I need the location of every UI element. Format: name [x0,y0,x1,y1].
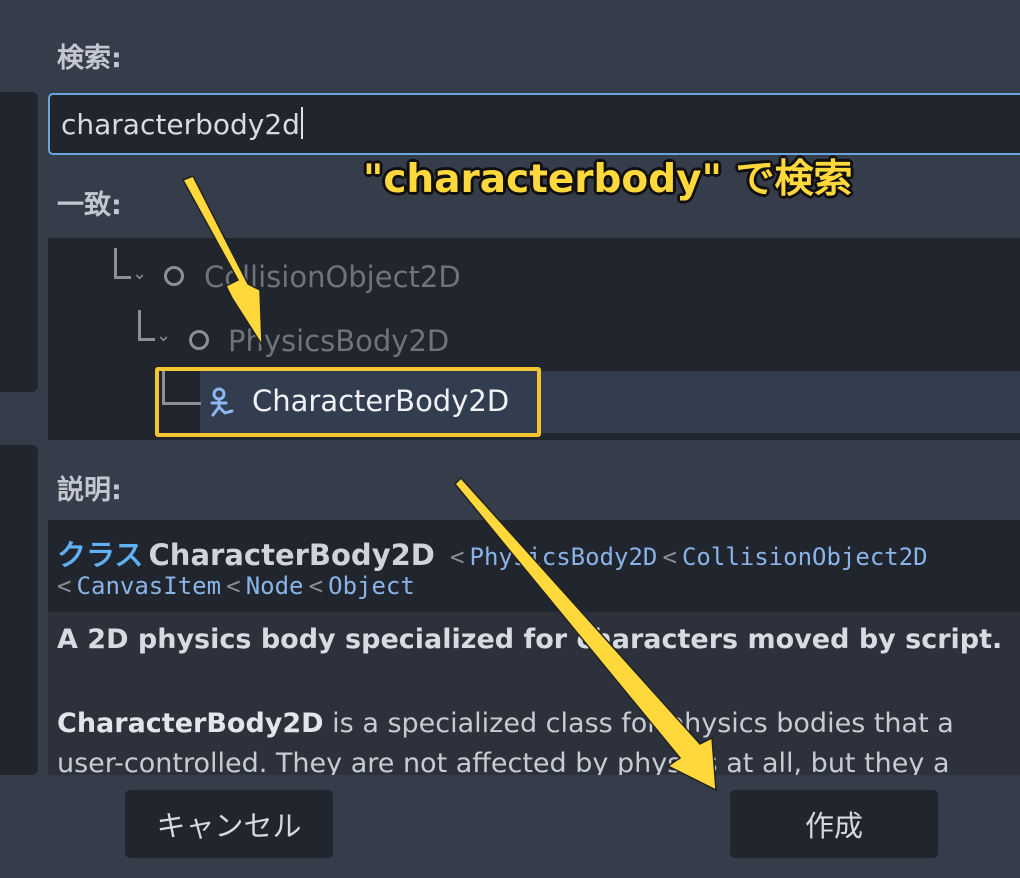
class-header-continued: < CanvasItem < Node < Object [57,572,415,600]
dialog-footer: キャンセル 作成 [0,775,1020,878]
inherit-link-object[interactable]: Object [328,572,415,600]
chevron-down-icon[interactable]: ⌄ [156,325,171,346]
full-description: CharacterBody2D is a specialized class f… [57,704,954,775]
search-annotation: "characterbody" で検索 [363,157,853,202]
inherit-separator: < [226,572,241,600]
inherit-link-node[interactable]: Node [246,572,304,600]
inherit-link-physicsbody2d[interactable]: PhysicsBody2D [470,543,658,571]
tree-item-collisionobject2d[interactable]: CollisionObject2D [204,260,461,294]
circle-node-icon [164,266,184,286]
inherit-link-canvasitem[interactable]: CanvasItem [77,572,222,600]
matches-label: 一致: [57,190,122,221]
search-value: characterbody2d [61,108,300,141]
description-label: 説明: [57,475,122,506]
inherit-separator: < [57,572,72,600]
tree-branch-line [138,310,155,341]
class-header: クラス CharacterBody2D < PhysicsBody2D < Co… [57,532,928,574]
circle-node-icon [189,330,209,350]
tree-branch-line [114,248,131,279]
search-label: 検索: [57,43,122,74]
selection-highlight-box [155,367,541,437]
description-line-1: is a specialized class for physics bodie… [323,708,954,739]
brief-description: A 2D physics body specialized for charac… [57,624,1003,655]
class-name: CharacterBody2D [148,538,435,572]
search-input[interactable]: characterbody2d [48,93,1020,155]
left-side-panel-lower [0,445,38,775]
text-caret [300,107,303,139]
tree-item-physicsbody2d[interactable]: PhysicsBody2D [228,324,449,358]
left-side-panel [0,92,38,392]
description-summary: A 2D physics body specialized for charac… [48,612,1020,775]
inherit-separator: < [449,543,465,571]
inherit-link-collisionobject2d[interactable]: CollisionObject2D [682,543,928,571]
description-panel[interactable]: クラス CharacterBody2D < PhysicsBody2D < Co… [48,520,1020,775]
inherit-separator: < [662,543,677,571]
class-keyword: クラス [57,538,144,572]
create-button[interactable]: 作成 [730,790,938,858]
cancel-button[interactable]: キャンセル [125,790,333,858]
chevron-down-icon[interactable]: ⌄ [132,263,147,284]
class-name-bold: CharacterBody2D [57,708,324,739]
inherit-separator: < [308,572,324,600]
description-line-2: user-controlled. They are not affected b… [57,748,950,775]
